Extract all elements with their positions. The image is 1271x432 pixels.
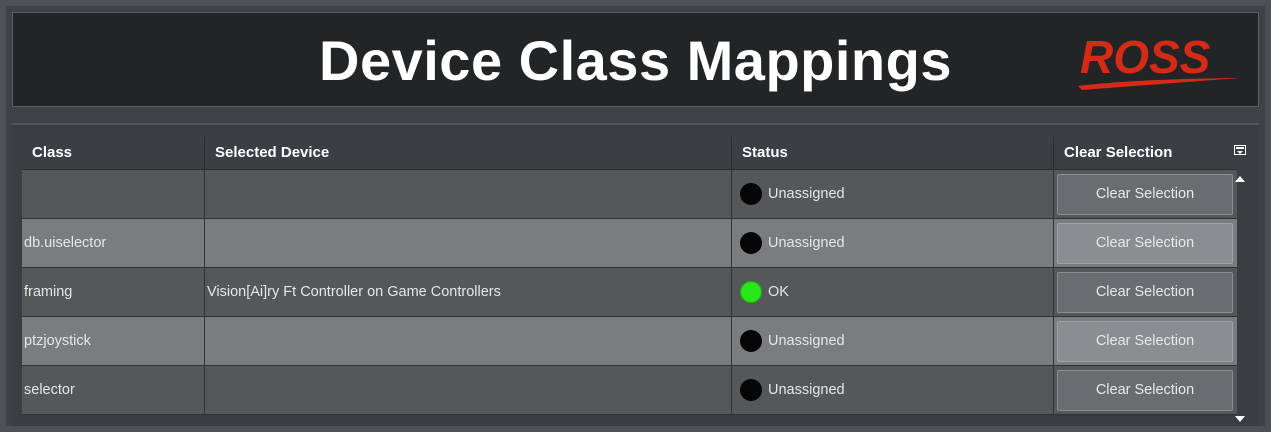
status-indicator-icon xyxy=(740,330,762,352)
status-indicator-icon xyxy=(740,183,762,205)
clear-selection-button[interactable]: Clear Selection xyxy=(1057,271,1233,313)
status-cell: Unassigned xyxy=(732,170,1054,218)
clear-selection-button[interactable]: Clear Selection xyxy=(1057,320,1233,362)
class-cell: ptzjoystick xyxy=(22,317,205,365)
clear-cell: Clear Selection xyxy=(1054,219,1237,267)
clear-cell: Clear Selection xyxy=(1054,317,1237,365)
status-indicator-icon xyxy=(740,379,762,401)
class-cell: selector xyxy=(22,366,205,414)
mappings-panel: Class Selected Device Status Clear Selec… xyxy=(12,123,1259,426)
class-cell xyxy=(22,170,205,218)
status-text: Unassigned xyxy=(768,235,845,251)
table-header: Class Selected Device Status Clear Selec… xyxy=(22,137,1237,170)
selected-device-cell xyxy=(205,170,732,218)
status-cell: Unassigned xyxy=(732,219,1054,267)
mappings-table: Class Selected Device Status Clear Selec… xyxy=(22,137,1237,415)
status-text: OK xyxy=(768,284,789,300)
clear-selection-button[interactable]: Clear Selection xyxy=(1057,222,1233,264)
column-header-class[interactable]: Class xyxy=(22,137,205,169)
arrow-up-icon[interactable] xyxy=(1235,176,1245,182)
selected-device-cell: Vision[Ai]ry Ft Controller on Game Contr… xyxy=(205,268,732,316)
clear-cell: Clear Selection xyxy=(1054,268,1237,316)
clear-selection-button[interactable]: Clear Selection xyxy=(1057,173,1233,215)
arrow-down-icon[interactable] xyxy=(1235,416,1245,422)
clear-selection-button[interactable]: Clear Selection xyxy=(1057,369,1233,411)
table-row: framing Vision[Ai]ry Ft Controller on Ga… xyxy=(22,268,1237,317)
logo-text: ROSS xyxy=(1080,31,1211,83)
selected-device-cell xyxy=(205,366,732,414)
selected-device-cell xyxy=(205,219,732,267)
status-text: Unassigned xyxy=(768,382,845,398)
clear-cell: Clear Selection xyxy=(1054,170,1237,218)
column-menu-icon[interactable] xyxy=(1234,145,1246,155)
table-row: Unassigned Clear Selection xyxy=(22,170,1237,219)
table-row: db.uiselector Unassigned Clear Selection xyxy=(22,219,1237,268)
header-banner: Device Class Mappings ROSS xyxy=(12,12,1259,107)
class-cell: db.uiselector xyxy=(22,219,205,267)
status-indicator-icon xyxy=(740,232,762,254)
clear-cell: Clear Selection xyxy=(1054,366,1237,414)
status-text: Unassigned xyxy=(768,186,845,202)
status-cell: OK xyxy=(732,268,1054,316)
vertical-scrollbar[interactable] xyxy=(1233,137,1249,422)
column-header-status[interactable]: Status xyxy=(732,137,1054,169)
status-cell: Unassigned xyxy=(732,317,1054,365)
selected-device-cell xyxy=(205,317,732,365)
status-cell: Unassigned xyxy=(732,366,1054,414)
ross-logo: ROSS xyxy=(1078,31,1240,90)
table-row: selector Unassigned Clear Selection xyxy=(22,366,1237,415)
table-row: ptzjoystick Unassigned Clear Selection xyxy=(22,317,1237,366)
class-cell: framing xyxy=(22,268,205,316)
page-title: Device Class Mappings xyxy=(319,29,952,92)
column-header-selected-device[interactable]: Selected Device xyxy=(205,137,732,169)
column-header-clear-selection[interactable]: Clear Selection xyxy=(1054,137,1237,169)
status-text: Unassigned xyxy=(768,333,845,349)
status-indicator-icon xyxy=(740,281,762,303)
